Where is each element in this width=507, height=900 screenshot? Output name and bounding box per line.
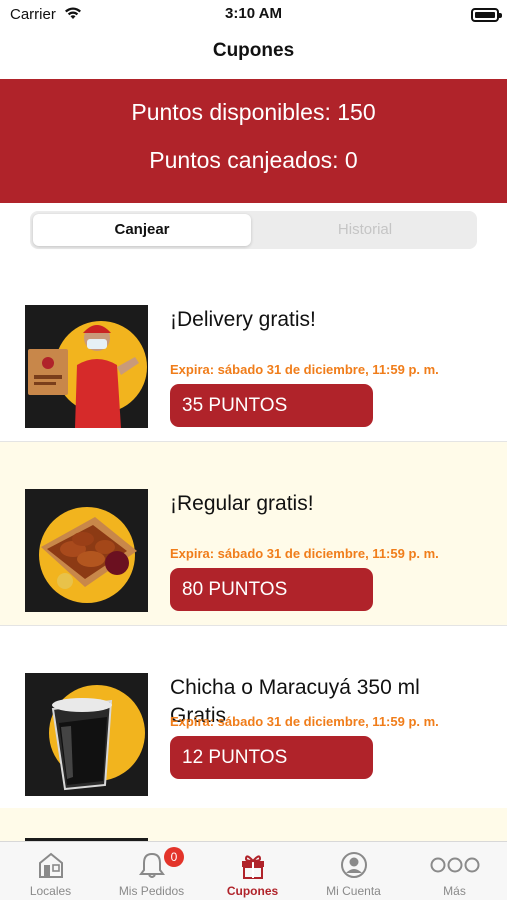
tab-mas[interactable]: Más bbox=[404, 842, 505, 900]
coupon-card-partial[interactable] bbox=[0, 808, 507, 841]
redeem-points-button[interactable]: 35 PUNTOS bbox=[170, 384, 373, 427]
coupon-expiry: Expira: sábado 31 de diciembre, 11:59 p.… bbox=[170, 362, 439, 377]
coupon-title: ¡Delivery gratis! bbox=[170, 308, 316, 331]
tab-bar: Locales 0 Mis Pedidos Cupones Mi Cuenta … bbox=[0, 841, 507, 900]
tab-label: Más bbox=[443, 884, 466, 898]
tab-canjear[interactable]: Canjear bbox=[33, 214, 251, 246]
user-icon bbox=[339, 851, 369, 879]
points-banner: Puntos disponibles: 150 Puntos canjeados… bbox=[0, 79, 507, 203]
status-bar: Carrier 3:10 AM bbox=[0, 0, 507, 30]
tab-label: Cupones bbox=[226, 884, 279, 898]
tab-label: Mis Pedidos bbox=[118, 884, 185, 898]
tab-label: Locales bbox=[29, 884, 72, 898]
coupon-expiry: Expira: sábado 31 de diciembre, 11:59 p.… bbox=[170, 714, 439, 729]
tab-cupones[interactable]: Cupones bbox=[202, 842, 303, 900]
gift-icon bbox=[238, 851, 268, 879]
coupon-card[interactable]: ¡Delivery gratis! Expira: sábado 31 de d… bbox=[0, 258, 507, 442]
tab-mis-pedidos[interactable]: 0 Mis Pedidos bbox=[101, 842, 202, 900]
more-icon bbox=[430, 851, 480, 879]
page-title: Cupones bbox=[212, 40, 295, 61]
tab-mi-cuenta[interactable]: Mi Cuenta bbox=[303, 842, 404, 900]
battery-icon bbox=[471, 8, 502, 22]
bell-icon bbox=[137, 851, 167, 879]
tab-label: Mi Cuenta bbox=[326, 884, 381, 898]
coupon-expiry: Expira: sábado 31 de diciembre, 11:59 p.… bbox=[170, 546, 439, 561]
coupon-title: ¡Regular gratis! bbox=[170, 492, 314, 515]
delivery-person-icon bbox=[25, 305, 148, 428]
clock: 3:10 AM bbox=[225, 5, 282, 22]
tab-locales[interactable]: Locales bbox=[0, 842, 101, 900]
coupon-card[interactable]: ¡Regular gratis! Expira: sábado 31 de di… bbox=[0, 442, 507, 626]
chicken-wings-box-icon bbox=[25, 489, 148, 612]
tab-historial[interactable]: Historial bbox=[256, 214, 474, 246]
coupon-card[interactable]: Chicha o Maracuyá 350 ml Gratis Expira: … bbox=[0, 626, 507, 810]
segmented-control: Canjear Historial bbox=[30, 211, 477, 249]
store-icon bbox=[36, 851, 66, 879]
drink-cup-icon bbox=[25, 673, 148, 796]
notification-badge: 0 bbox=[164, 847, 184, 867]
points-available: Puntos disponibles: 150 bbox=[131, 99, 376, 125]
points-redeemed: Puntos canjeados: 0 bbox=[149, 147, 358, 173]
redeem-points-button[interactable]: 12 PUNTOS bbox=[170, 736, 373, 779]
redeem-points-button[interactable]: 80 PUNTOS bbox=[170, 568, 373, 611]
